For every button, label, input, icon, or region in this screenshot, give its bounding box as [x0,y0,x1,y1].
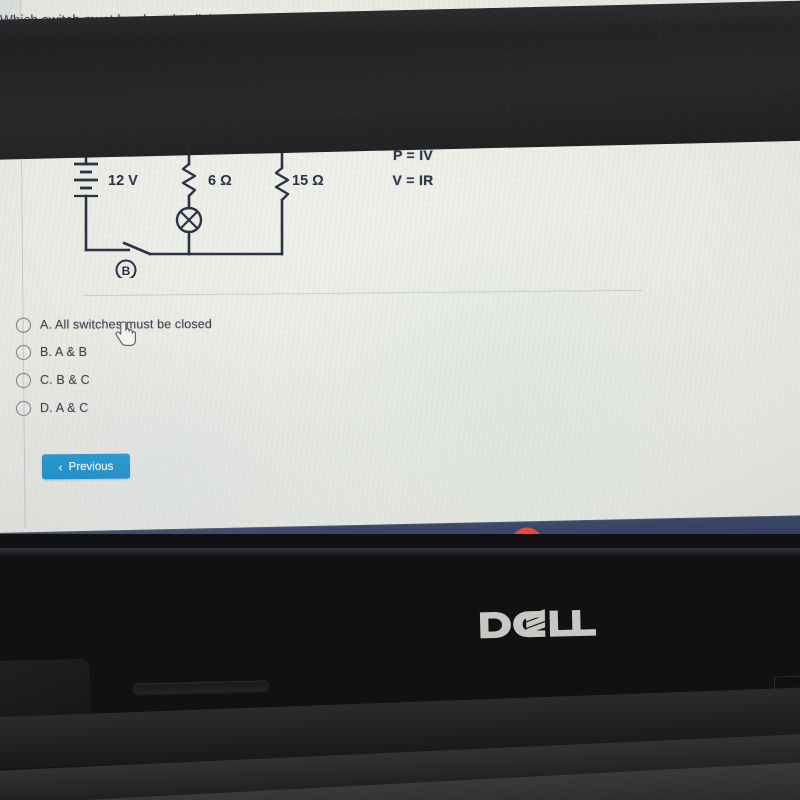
resistor-6ohm-label: 6 Ω [208,173,232,189]
option-c-label: C. B & C [40,373,90,387]
chrome-icon[interactable] [510,526,545,534]
radio-option-b[interactable] [16,344,31,360]
option-c[interactable]: C. B & C [16,366,436,394]
option-a[interactable]: A. All switches must be closed [15,309,436,338]
resistor-6ohm-symbol [181,163,197,197]
radio-option-a[interactable] [15,317,32,333]
previous-button-label: Previous [68,460,114,473]
radio-option-d[interactable] [16,400,31,416]
switch-b-symbol [108,241,152,256]
battery-symbol [74,162,98,198]
dell-logo [479,609,597,639]
content-divider [82,289,643,297]
bezel-top-glare [0,548,800,558]
switch-b-label-circle: B [115,259,137,278]
battery-voltage-label: 12 V [108,173,138,189]
option-b[interactable]: B. A & B [16,338,436,366]
option-d[interactable]: D. A & C [16,394,436,422]
option-d-label: D. A & C [40,401,89,415]
option-a-label: A. All switches must be closed [39,317,212,332]
answer-options-list: A. All switches must be closed B. A & B … [15,309,436,422]
resistor-15ohm-symbol [274,167,290,201]
radio-option-c[interactable] [16,372,31,388]
formula-ohms-law: V = IR [392,172,434,188]
option-b-label: B. A & B [40,345,88,359]
lamp-led-symbol [175,206,203,234]
chevron-left-icon: ‹ [58,459,63,474]
previous-button[interactable]: ‹ Previous [41,453,131,480]
switch-b-letter: B [122,264,131,278]
screenshot-root: Which switch must be closed to light the… [0,0,800,800]
